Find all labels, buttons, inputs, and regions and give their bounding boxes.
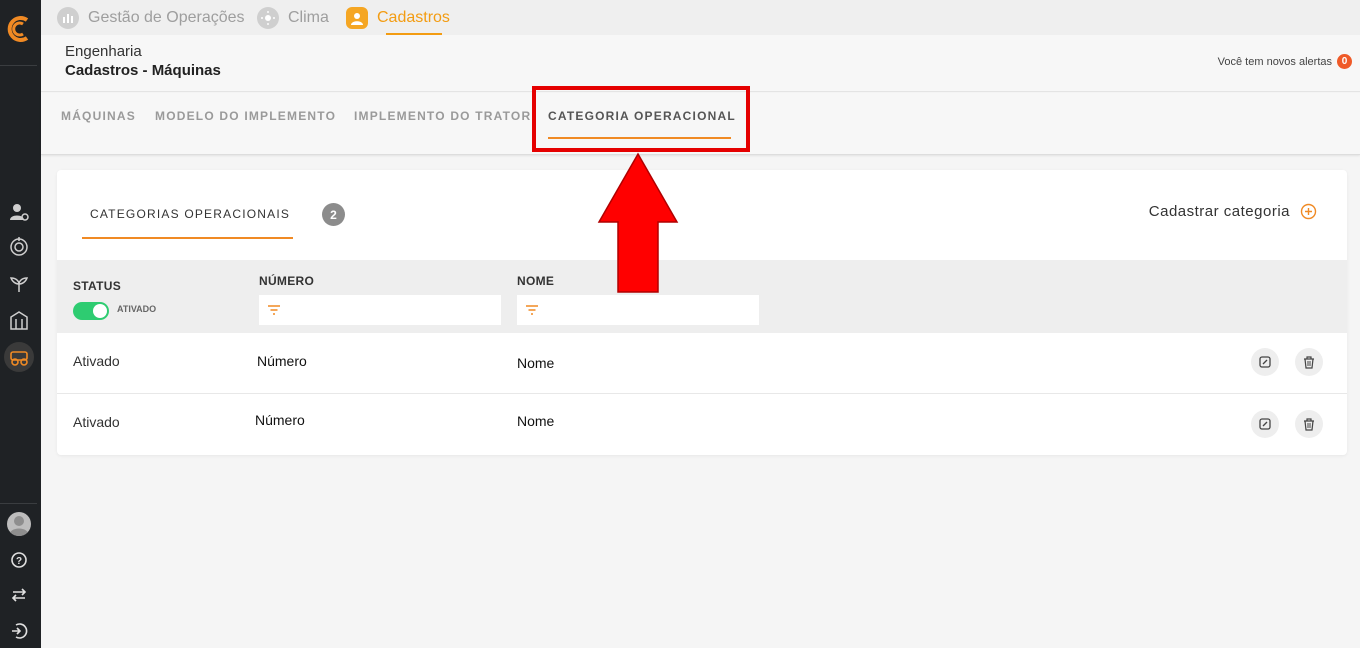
chart-icon bbox=[57, 6, 79, 29]
plant-icon[interactable] bbox=[7, 271, 31, 295]
sun-icon bbox=[257, 6, 279, 29]
numero-cell: Número bbox=[255, 412, 305, 428]
table-row: Ativado Número Nome bbox=[57, 333, 1347, 394]
filter-icon bbox=[268, 305, 280, 315]
logout-icon[interactable] bbox=[7, 619, 31, 643]
nome-column-label: NOME bbox=[517, 274, 555, 288]
avatar[interactable] bbox=[7, 512, 31, 536]
delete-button[interactable] bbox=[1295, 410, 1323, 438]
add-category-label: Cadastrar categoria bbox=[1148, 203, 1290, 220]
alerts-count-badge: 0 bbox=[1337, 54, 1352, 69]
edit-button[interactable] bbox=[1251, 410, 1279, 438]
card-tab-indicator bbox=[82, 237, 293, 239]
filter-row: STATUS ATIVADO NÚMERO NOME bbox=[57, 260, 1347, 333]
app-tab-label: Clima bbox=[288, 8, 329, 26]
edit-button[interactable] bbox=[1251, 348, 1279, 376]
status-column-label: STATUS bbox=[73, 279, 122, 293]
edit-icon bbox=[1259, 356, 1271, 368]
app-tab-cadastros[interactable]: Cadastros bbox=[346, 0, 450, 35]
sidebar: ? bbox=[0, 0, 41, 648]
edit-icon bbox=[1259, 418, 1271, 430]
toggle-label: ATIVADO bbox=[117, 304, 157, 314]
tractor-icon[interactable] bbox=[4, 342, 34, 372]
switch-icon[interactable] bbox=[7, 583, 31, 607]
app-tab-label: Cadastros bbox=[377, 8, 450, 26]
app-tab-label: Gestão de Operações bbox=[88, 8, 245, 26]
trash-icon bbox=[1304, 417, 1314, 431]
tab-modelo-implemento[interactable]: MODELO DO IMPLEMENTO bbox=[155, 109, 336, 123]
user-settings-icon[interactable] bbox=[7, 200, 31, 224]
status-cell: Ativado bbox=[73, 353, 120, 369]
sidebar-divider bbox=[0, 503, 37, 504]
alerts-label: Você tem novos alertas bbox=[1217, 55, 1332, 68]
svg-text:?: ? bbox=[16, 556, 22, 567]
trash-icon bbox=[1304, 355, 1314, 369]
status-cell: Ativado bbox=[73, 414, 120, 430]
nome-cell: Nome bbox=[517, 355, 555, 371]
user-icon bbox=[346, 6, 368, 29]
status-toggle[interactable] bbox=[73, 302, 109, 320]
help-icon[interactable]: ? bbox=[7, 548, 31, 572]
count-badge: 2 bbox=[322, 203, 345, 226]
tab-implemento-trator[interactable]: IMPLEMENTO DO TRATOR bbox=[354, 109, 531, 123]
table-row: Ativado Número Nome bbox=[57, 394, 1347, 455]
silo-icon[interactable] bbox=[7, 308, 31, 332]
delete-button[interactable] bbox=[1295, 348, 1323, 376]
nome-filter-input[interactable] bbox=[517, 295, 759, 325]
plus-circle-icon bbox=[1300, 203, 1317, 220]
app-tab-clima[interactable]: Clima bbox=[257, 0, 329, 35]
target-icon[interactable] bbox=[7, 235, 31, 259]
annotation-arrow-icon bbox=[597, 152, 679, 293]
sidebar-divider bbox=[0, 65, 37, 66]
nome-cell: Nome bbox=[517, 413, 555, 429]
highlight-box bbox=[532, 86, 750, 152]
app-tab-gestao[interactable]: Gestão de Operações bbox=[57, 0, 245, 35]
company-logo-icon[interactable] bbox=[5, 14, 35, 44]
numero-cell: Número bbox=[257, 353, 307, 369]
alerts-notice[interactable]: Você tem novos alertas 0 bbox=[1218, 54, 1352, 69]
page-title: Cadastros - Máquinas bbox=[65, 62, 221, 79]
tab-categorias-operacionais[interactable]: CATEGORIAS OPERACIONAIS bbox=[90, 207, 290, 221]
filter-icon bbox=[526, 305, 538, 315]
breadcrumb-parent: Engenharia bbox=[65, 43, 142, 60]
categories-card: CATEGORIAS OPERACIONAIS 2 Cadastrar cate… bbox=[57, 170, 1347, 455]
add-category-button[interactable]: Cadastrar categoria bbox=[1149, 203, 1317, 220]
numero-filter-input[interactable] bbox=[259, 295, 501, 325]
page-header: Engenharia Cadastros - Máquinas Você tem… bbox=[41, 35, 1360, 92]
numero-column-label: NÚMERO bbox=[259, 274, 315, 288]
tab-maquinas[interactable]: MÁQUINAS bbox=[61, 109, 136, 123]
app-tabs-bar: Gestão de Operações Clima Cadastros bbox=[41, 0, 1360, 35]
